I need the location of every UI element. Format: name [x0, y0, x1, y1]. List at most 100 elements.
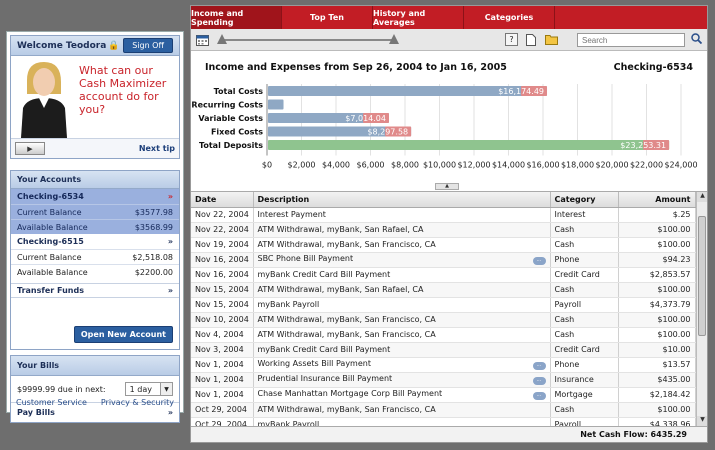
cell-category: Mortgage — [550, 387, 619, 403]
x-tick-label: $10,000 — [423, 161, 456, 170]
scrollbar-thumb[interactable] — [698, 216, 706, 336]
x-tick-label: $8,000 — [391, 161, 419, 170]
table-row[interactable]: Nov 15, 2004 myBank Payroll Payroll $4,373.… — [191, 297, 696, 313]
table-row[interactable]: Nov 15, 2004 ATM Withdrawal, myBank, San … — [191, 282, 696, 298]
column-header-amount[interactable]: Amount — [618, 192, 696, 208]
x-tick-label: $4,000 — [322, 161, 350, 170]
memo-icon[interactable]: ⋯ — [532, 257, 546, 265]
table-scrollbar[interactable]: ▲ ▼ — [696, 192, 707, 426]
table-header-row: Date Description Category Amount — [191, 192, 696, 208]
cell-date: Nov 1, 2004 — [191, 357, 254, 373]
open-new-account-button[interactable]: Open New Account — [73, 326, 173, 343]
table-row[interactable]: Nov 22, 2004 Interest Payment Interest $.25 — [191, 207, 696, 223]
account-name[interactable]: Checking-6515 — [17, 237, 84, 246]
table-row[interactable]: Nov 16, 2004 SBC Phone Bill Payment ⋯ Phone… — [191, 252, 696, 268]
table-row[interactable]: Nov 22, 2004 ATM Withdrawal, myBank, San … — [191, 222, 696, 238]
table-row[interactable]: Oct 29, 2004 myBank Payroll Payroll $4,338.… — [191, 417, 696, 426]
slider-start-handle[interactable] — [217, 33, 227, 44]
footer-links: Customer Service Privacy & Security — [10, 398, 180, 407]
cell-amount: $100.00 — [618, 237, 696, 253]
next-tip-link[interactable]: Next tip — [139, 144, 175, 153]
cell-amount-text: $100.00 — [657, 285, 691, 294]
privacy-security-link[interactable]: Privacy & Security — [101, 398, 174, 407]
cell-description: SBC Phone Bill Payment ⋯ — [253, 252, 551, 268]
scroll-up-icon[interactable]: ▲ — [697, 192, 707, 202]
memo-icon[interactable]: ⋯ — [532, 362, 546, 370]
cell-amount-text: $13.57 — [662, 360, 691, 369]
collapse-chart-button[interactable]: ▲ — [435, 183, 459, 190]
tab-income-and-spending[interactable]: Income and Spending — [191, 6, 282, 29]
table-row[interactable]: Nov 4, 2004 ATM Withdrawal, myBank, San F… — [191, 327, 696, 343]
bills-period-value[interactable]: 1 day — [126, 385, 160, 394]
customer-service-link[interactable]: Customer Service — [16, 398, 87, 407]
help-icon[interactable]: ? — [505, 33, 518, 46]
available-balance-value: $2200.00 — [134, 267, 173, 277]
available-balance-value: $3568.99 — [134, 222, 173, 232]
cell-category-text: Cash — [554, 315, 575, 324]
current-balance-label: Current Balance — [17, 207, 82, 217]
cell-description-text: myBank Credit Card Bill Payment — [257, 345, 391, 354]
table-row[interactable]: Nov 1, 2004 Working Assets Bill Payment ⋯ P… — [191, 357, 696, 373]
cell-amount: $435.00 — [618, 372, 696, 388]
column-header-category[interactable]: Category — [550, 192, 619, 208]
account-checking-6515[interactable]: Checking-6515 » Current Balance $2,518.0… — [11, 234, 179, 279]
dropdown-arrow-icon[interactable]: ▼ — [160, 383, 172, 395]
table-row[interactable]: Nov 16, 2004 myBank Credit Card Bill Paym… — [191, 267, 696, 283]
chevron-right-icon[interactable]: » — [168, 192, 173, 201]
play-button[interactable]: ▶ — [15, 142, 45, 155]
transfer-funds-link[interactable]: Transfer Funds » — [11, 283, 179, 298]
date-range-slider[interactable] — [217, 33, 399, 47]
x-tick-label: $2,000 — [288, 161, 316, 170]
cell-category-text: Interest — [554, 210, 586, 219]
cell-amount: $4,373.79 — [618, 297, 696, 313]
table-row[interactable]: Nov 1, 2004 Prudential Insurance Bill Pay… — [191, 372, 696, 388]
table-row[interactable]: Nov 19, 2004 ATM Withdrawal, myBank, San … — [191, 237, 696, 253]
calendar-icon[interactable] — [195, 33, 209, 47]
cell-date-text: Nov 15, 2004 — [195, 285, 249, 294]
cell-description: Chase Manhattan Mortgage Corp Bill Payme… — [253, 387, 551, 403]
category-label: Recurring Costs — [191, 101, 263, 110]
cell-amount-text: $2,184.42 — [649, 390, 691, 399]
chevron-right-icon[interactable]: » — [168, 286, 173, 295]
scroll-down-icon[interactable]: ▼ — [697, 416, 707, 426]
bills-panel: Your Bills $9999.99 due in next: 1 day ▼… — [10, 355, 180, 423]
chevron-up-icon[interactable]: ▲ — [445, 183, 449, 189]
cell-amount: $100.00 — [618, 327, 696, 343]
cell-amount: $2,184.42 — [618, 387, 696, 403]
sign-off-button[interactable]: Sign Off — [123, 38, 173, 53]
bills-period-select[interactable]: 1 day ▼ — [124, 382, 173, 396]
cell-date-text: Nov 1, 2004 — [195, 360, 244, 369]
column-header-date[interactable]: Date — [191, 192, 254, 208]
table-row[interactable]: Nov 10, 2004 ATM Withdrawal, myBank, San … — [191, 312, 696, 328]
transfer-funds-label[interactable]: Transfer Funds — [17, 286, 84, 295]
pay-bills-label[interactable]: Pay Bills — [17, 408, 55, 417]
slider-end-handle[interactable] — [389, 33, 399, 44]
search-input[interactable] — [577, 33, 685, 47]
chart-account-label: Checking-6534 — [613, 62, 693, 73]
account-checking-6534[interactable]: Checking-6534 » Current Balance $3577.98… — [11, 189, 179, 234]
promo-text[interactable]: What can our Cash Maximizer account do f… — [79, 64, 177, 116]
new-document-icon[interactable] — [524, 33, 538, 47]
cell-date: Nov 10, 2004 — [191, 312, 254, 328]
tab-history-and-averages[interactable]: History and Averages — [373, 6, 464, 29]
welcome-title: Welcome Teodora — [17, 40, 107, 51]
memo-icon[interactable]: ⋯ — [532, 392, 546, 400]
cell-amount: $100.00 — [618, 402, 696, 418]
tab-top-ten[interactable]: Top Ten — [282, 6, 373, 29]
table-row[interactable]: Oct 29, 2004 ATM Withdrawal, myBank, San … — [191, 402, 696, 418]
chevron-right-icon[interactable]: » — [168, 408, 173, 417]
memo-icon[interactable]: ⋯ — [532, 377, 546, 385]
tab-categories[interactable]: Categories — [464, 6, 555, 29]
table-row[interactable]: Nov 1, 2004 Chase Manhattan Mortgage Corp… — [191, 387, 696, 403]
column-header-description[interactable]: Description — [253, 192, 551, 208]
chevron-right-icon[interactable]: » — [168, 237, 173, 246]
chart-area: $0 $2,000 $4,000 $6,000 $8,000 $10,000 $12,000… — [191, 52, 707, 186]
cell-amount-text: $10.00 — [662, 345, 691, 354]
account-name[interactable]: Checking-6534 — [17, 192, 84, 201]
folder-icon[interactable] — [544, 33, 558, 47]
cell-amount-text: $100.00 — [657, 240, 691, 249]
search-icon[interactable] — [691, 33, 703, 47]
cell-category: Cash — [550, 312, 619, 328]
welcome-header: Welcome Teodora 🔒 Sign Off — [11, 36, 179, 56]
table-row[interactable]: Nov 3, 2004 myBank Credit Card Bill Payme… — [191, 342, 696, 358]
